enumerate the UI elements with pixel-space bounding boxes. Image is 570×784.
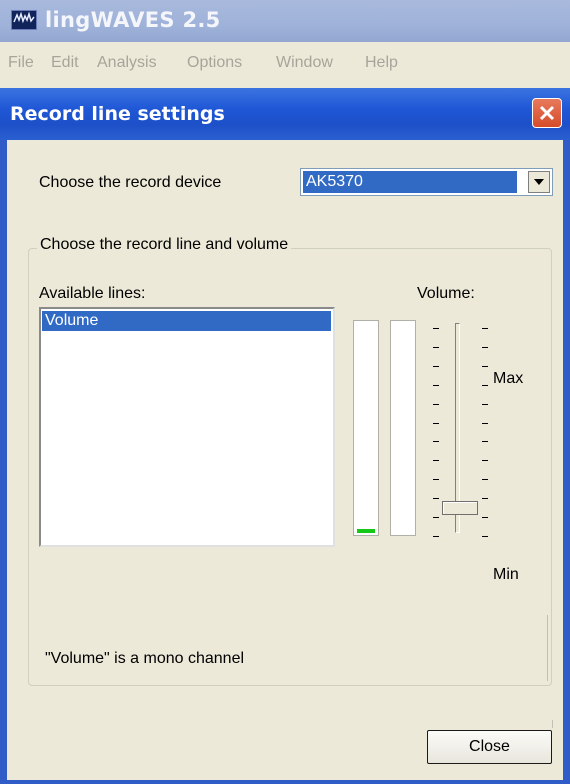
record-device-value: AK5370 — [303, 171, 517, 193]
volume-tick — [482, 498, 488, 499]
available-lines-list[interactable]: Volume — [39, 307, 335, 547]
volume-tick — [433, 404, 439, 405]
menu-edit[interactable]: Edit — [51, 54, 79, 72]
app-title: lingWAVES 2.5 — [45, 8, 221, 32]
volume-tick — [433, 479, 439, 480]
volume-tick — [433, 441, 439, 442]
volume-min-label: Min — [493, 566, 519, 583]
volume-tick — [433, 347, 439, 348]
group-title: Choose the record line and volume — [37, 236, 292, 254]
separator — [547, 615, 548, 681]
record-line-settings-dialog: Record line settings Choose the record d… — [0, 88, 570, 784]
volume-tick — [482, 366, 488, 367]
volume-tick — [433, 423, 439, 424]
volume-tick — [482, 517, 488, 518]
volume-tick — [433, 460, 439, 461]
menu-file[interactable]: File — [8, 54, 34, 72]
volume-tick — [482, 479, 488, 480]
volume-slider-thumb[interactable] — [442, 501, 478, 515]
volume-tick — [482, 404, 488, 405]
volume-tick — [433, 517, 439, 518]
level-meter-left — [353, 320, 379, 536]
menu-window[interactable]: Window — [276, 54, 333, 72]
volume-tick — [482, 423, 488, 424]
record-device-select[interactable]: AK5370 — [300, 168, 553, 196]
volume-tick — [482, 441, 488, 442]
volume-tick — [482, 385, 488, 386]
device-label: Choose the record device — [39, 174, 222, 191]
volume-tick — [433, 536, 439, 537]
menu-bar: File Edit Analysis Options Window Help — [0, 48, 570, 78]
separator — [552, 720, 553, 728]
volume-tick — [482, 536, 488, 537]
channel-status-text: "Volume" is a mono channel — [45, 650, 245, 667]
available-lines-label: Available lines: — [39, 285, 146, 302]
list-item[interactable]: Volume — [42, 311, 331, 331]
level-meter-left-fill — [357, 529, 375, 533]
volume-tick — [433, 366, 439, 367]
dialog-client-area: Choose the record device AK5370 Choose t… — [7, 140, 563, 780]
volume-label: Volume: — [417, 285, 475, 302]
menu-options[interactable]: Options — [187, 54, 242, 72]
app-logo-icon — [11, 10, 37, 30]
close-button[interactable]: Close — [427, 730, 552, 764]
level-meter-right — [390, 320, 416, 536]
volume-tick — [482, 328, 488, 329]
menu-analysis[interactable]: Analysis — [97, 54, 157, 72]
dialog-titlebar[interactable]: Record line settings — [0, 88, 570, 140]
volume-tick — [433, 328, 439, 329]
volume-tick — [433, 498, 439, 499]
volume-tick — [482, 347, 488, 348]
menu-help[interactable]: Help — [365, 54, 398, 72]
volume-tick — [482, 460, 488, 461]
dialog-title: Record line settings — [10, 103, 225, 125]
close-icon[interactable] — [532, 98, 562, 128]
app-titlebar: lingWAVES 2.5 — [0, 0, 570, 42]
chevron-down-icon[interactable] — [528, 171, 550, 193]
volume-max-label: Max — [493, 370, 524, 387]
volume-tick — [433, 385, 439, 386]
